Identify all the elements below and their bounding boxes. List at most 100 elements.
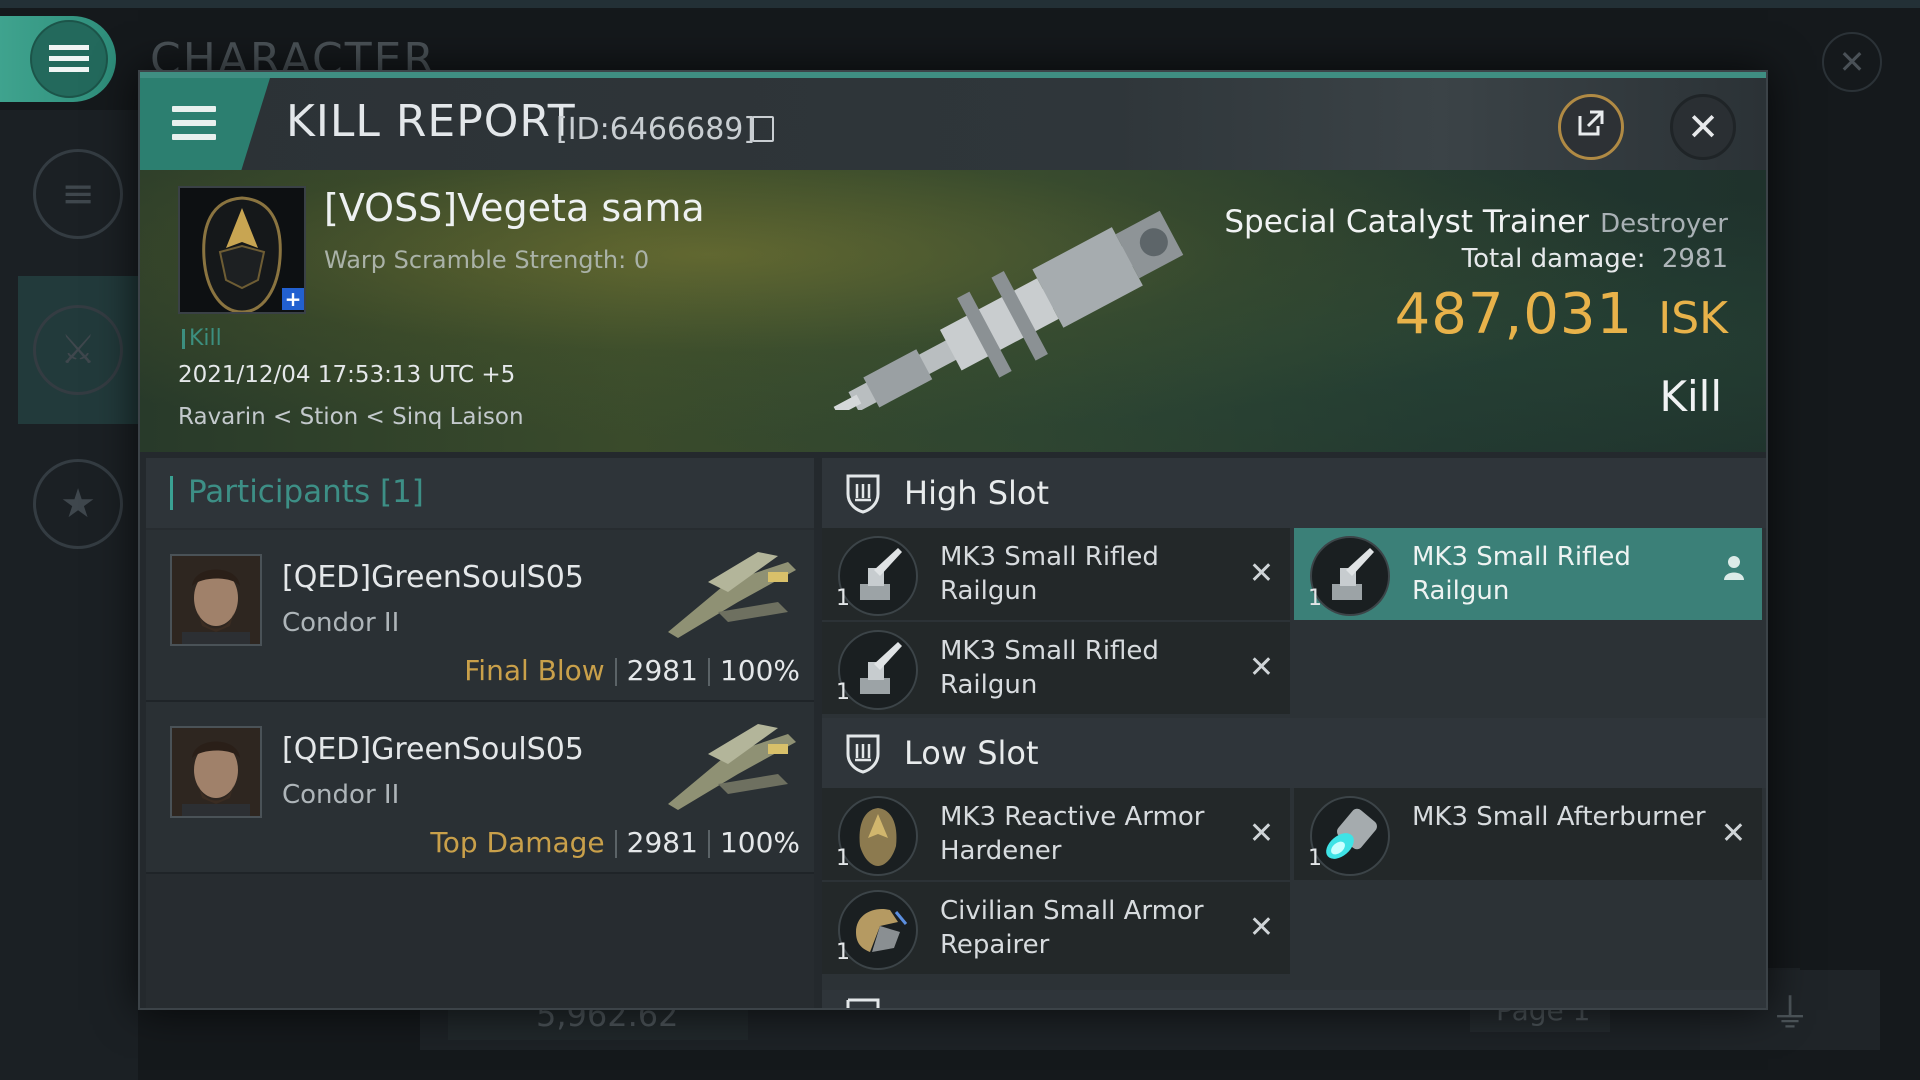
- side-nav-item-favorites[interactable]: ★: [18, 430, 138, 578]
- module-item[interactable]: 1 Civilian Small Armor Repairer ✕: [822, 882, 1290, 974]
- participant-row[interactable]: [QED]GreenSoulS05 Condor II Final Blow 29…: [146, 530, 814, 702]
- participants-title: Participants [1]: [188, 474, 424, 510]
- participants-header: Participants [1]: [146, 458, 814, 528]
- stat-separator: [707, 658, 710, 686]
- armor-hardener-icon: [838, 796, 918, 876]
- participants-panel: Participants [1] [QED]GreenSoulS05 Condo…: [146, 458, 814, 1008]
- victim-ship-image: [833, 210, 1184, 410]
- participant-ship: Condor II: [282, 608, 400, 638]
- main-menu-button[interactable]: [0, 16, 116, 102]
- participant-ship-image: [668, 724, 796, 810]
- shield-slot-icon: [846, 734, 880, 774]
- kill-tag: Kill: [182, 326, 222, 351]
- participant-avatar[interactable]: [170, 554, 262, 646]
- x-icon[interactable]: ✕: [1249, 910, 1274, 945]
- stat-separator: [614, 830, 617, 858]
- hamburger-icon: [30, 20, 108, 98]
- add-contact-icon[interactable]: +: [282, 288, 304, 310]
- high-slot-header: High Slot: [822, 458, 1766, 528]
- module-quantity: 1: [836, 680, 850, 705]
- external-link-icon: [1576, 108, 1606, 146]
- module-item[interactable]: 1 MK3 Small Afterburner ✕: [1294, 788, 1762, 880]
- module-name: MK3 Small Afterburner: [1412, 802, 1706, 832]
- victim-ship-name[interactable]: Special Catalyst Trainer: [1224, 204, 1589, 240]
- module-item[interactable]: 1 MK3 Reactive Armor Hardener ✕: [822, 788, 1290, 880]
- isk-value: 487,031: [1394, 282, 1634, 347]
- participant-row[interactable]: [QED]GreenSoulS05 Condor II Top Damage 29…: [146, 702, 814, 874]
- module-item-highlighted[interactable]: 1 MK3 Small Rifled Railgun: [1294, 528, 1762, 620]
- railgun-icon: [838, 536, 918, 616]
- next-slot-header-partial: [822, 990, 1766, 1008]
- low-slot-header: Low Slot: [822, 718, 1766, 788]
- victim-name[interactable]: [VOSS]Vegeta sama: [324, 186, 705, 230]
- participant-name[interactable]: [QED]GreenSoulS05: [282, 560, 584, 595]
- person-icon: [1722, 554, 1746, 587]
- participant-stats: Final Blow 2981 100%: [464, 654, 800, 687]
- hamburger-icon: [172, 106, 216, 148]
- star-icon: ★: [33, 459, 123, 549]
- copy-icon[interactable]: [752, 116, 774, 142]
- warp-scramble-strength: Warp Scramble Strength: 0: [324, 246, 650, 274]
- module-name: Civilian Small Armor Repairer: [940, 896, 1204, 960]
- participant-role: Top Damage: [430, 826, 605, 859]
- victim-banner: + [VOSS]Vegeta sama Warp Scramble Streng…: [140, 170, 1766, 452]
- stat-separator: [707, 830, 710, 858]
- x-icon[interactable]: ✕: [1249, 816, 1274, 851]
- fitting-panel: High Slot 1 MK3 Small Rifled Railgun ✕ 1…: [822, 458, 1766, 1008]
- module-name: MK3 Small Rifled Railgun: [940, 542, 1159, 606]
- afterburner-icon: [1310, 796, 1390, 876]
- isk-row: 487,031 ISK: [1395, 282, 1728, 347]
- participant-ship-image: [668, 552, 796, 638]
- participant-avatar[interactable]: [170, 726, 262, 818]
- close-icon: ✕: [1687, 105, 1719, 149]
- participant-percent: 100%: [719, 654, 800, 687]
- stat-separator: [614, 658, 617, 686]
- list-icon: ≡: [33, 149, 123, 239]
- participants-header-bar: [170, 476, 173, 510]
- kill-report-id: [ID:6466689]: [556, 112, 756, 147]
- victim-ship-class: Destroyer: [1600, 209, 1728, 239]
- module-item[interactable]: 1 MK3 Small Rifled Railgun ✕: [822, 528, 1290, 620]
- module-name: MK3 Small Rifled Railgun: [940, 636, 1159, 700]
- x-icon[interactable]: ✕: [1249, 556, 1274, 591]
- x-icon[interactable]: ✕: [1249, 650, 1274, 685]
- close-button[interactable]: ✕: [1670, 94, 1736, 160]
- total-damage-value: 2981: [1661, 244, 1728, 274]
- x-icon[interactable]: ✕: [1721, 816, 1746, 851]
- shield-slot-icon: [846, 474, 880, 514]
- side-nav-item-combat[interactable]: ⚔: [18, 276, 138, 424]
- background-close-icon[interactable]: ✕: [1822, 32, 1882, 92]
- isk-unit: ISK: [1658, 293, 1728, 344]
- kill-location[interactable]: Ravarin < Stion < Sinq Laison: [178, 404, 524, 430]
- participant-damage: 2981: [626, 654, 698, 687]
- module-quantity: 1: [1308, 846, 1322, 871]
- participant-stats: Top Damage 2981 100%: [430, 826, 800, 859]
- participant-name[interactable]: [QED]GreenSoulS05: [282, 732, 584, 767]
- participant-role: Final Blow: [464, 654, 605, 687]
- low-slot-title: Low Slot: [904, 734, 1039, 772]
- kill-result-label: Kill: [1659, 372, 1722, 421]
- shield-slot-icon: [846, 998, 880, 1008]
- kill-report-window: KILL REPORT [ID:6466689] ✕ + [VOSS]Veget…: [138, 70, 1768, 1010]
- railgun-icon: [838, 630, 918, 710]
- module-quantity: 1: [836, 940, 850, 965]
- module-name: MK3 Reactive Armor Hardener: [940, 802, 1205, 866]
- side-nav-item-list[interactable]: ≡: [18, 120, 138, 268]
- module-quantity: 1: [836, 846, 850, 871]
- module-name: MK3 Small Rifled Railgun: [1412, 542, 1631, 606]
- module-quantity: 1: [836, 586, 850, 611]
- armor-repairer-icon: [838, 890, 918, 970]
- share-button[interactable]: [1558, 94, 1624, 160]
- kill-report-menu-button[interactable]: [140, 78, 270, 170]
- module-item[interactable]: 1 MK3 Small Rifled Railgun ✕: [822, 622, 1290, 714]
- railgun-icon: [1310, 536, 1390, 616]
- high-slot-title: High Slot: [904, 474, 1050, 512]
- participant-ship: Condor II: [282, 780, 400, 810]
- kill-report-title: KILL REPORT: [286, 96, 576, 147]
- kill-datetime: 2021/12/04 17:53:13 UTC +5: [178, 362, 516, 388]
- ship-name-row: Special Catalyst Trainer Destroyer: [1224, 204, 1728, 240]
- participant-damage: 2981: [626, 826, 698, 859]
- total-damage-row: Total damage: 2981: [1462, 244, 1728, 274]
- total-damage-label: Total damage:: [1461, 244, 1646, 274]
- crossed-swords-icon: ⚔: [33, 305, 123, 395]
